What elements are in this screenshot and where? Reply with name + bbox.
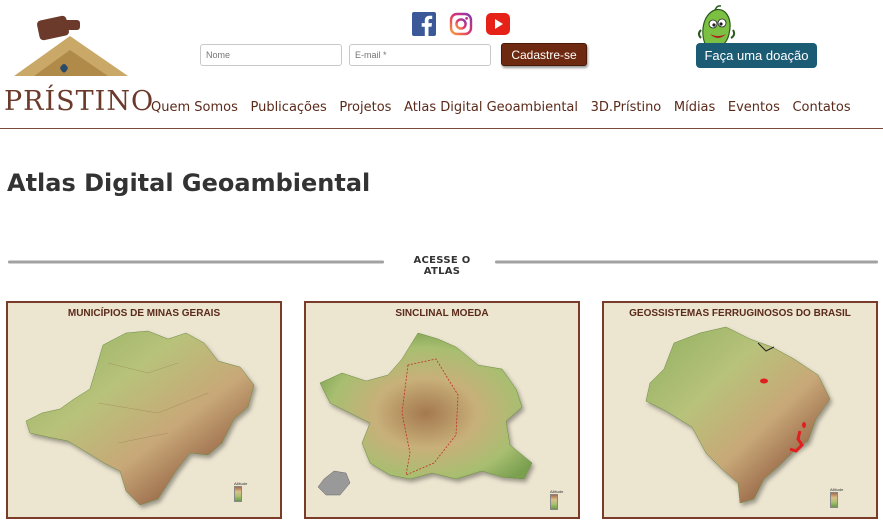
nav-item-publicacoes[interactable]: Publicações: [250, 100, 326, 115]
page-title: Atlas Digital Geoambiental: [7, 169, 371, 197]
brand-name: PRÍSTINO: [4, 86, 155, 117]
nav-item-projetos[interactable]: Projetos: [339, 100, 391, 115]
atlas-card-geossistemas-ferruginosos[interactable]: GEOSSISTEMAS FERRUGINOSOS DO BRASIL Alti…: [602, 301, 878, 519]
name-input[interactable]: [200, 43, 342, 66]
atlas-card-sinclinal-moeda[interactable]: SINCLINAL MOEDA Altitude: [304, 301, 580, 519]
map-legend: Altitude: [550, 489, 580, 513]
sinclinal-moeda-map: [317, 332, 533, 496]
map-legend: Altitude: [830, 487, 860, 511]
nav-item-atlas[interactable]: Atlas Digital Geoambiental: [404, 100, 578, 115]
social-links: [412, 12, 510, 36]
youtube-icon[interactable]: [486, 12, 510, 36]
nav-item-eventos[interactable]: Eventos: [728, 100, 780, 115]
header-divider: [0, 128, 883, 129]
newsletter-form: Cadastre-se: [200, 43, 587, 66]
instagram-icon[interactable]: [449, 12, 473, 36]
nav-item-contatos[interactable]: Contatos: [792, 100, 850, 115]
section-divider: ACESSE O ATLAS: [8, 254, 878, 277]
map-legend: Altitude: [234, 481, 264, 505]
section-label: ACESSE O ATLAS: [413, 255, 471, 277]
facebook-icon[interactable]: [412, 12, 436, 36]
nav-item-midias[interactable]: Mídias: [674, 100, 715, 115]
iron-deposit-marker: [802, 422, 806, 428]
nav-item-3d-pristino[interactable]: 3D.Prístino: [591, 100, 662, 115]
signup-button[interactable]: Cadastre-se: [501, 43, 587, 66]
nav-item-quem-somos[interactable]: Quem Somos: [151, 100, 238, 115]
main-nav: Quem Somos Publicações Projetos Atlas Di…: [151, 100, 863, 115]
atlas-card-minas-gerais[interactable]: MUNICÍPIOS DE MINAS GERAIS Altitude: [6, 301, 282, 519]
brazil-map: [645, 326, 831, 504]
iron-deposit-marker: [760, 378, 768, 384]
email-input[interactable]: [349, 43, 491, 66]
divider-line-right: [495, 260, 878, 264]
divider-line-left: [8, 260, 384, 264]
donate-button[interactable]: Faça uma doação: [696, 43, 817, 68]
